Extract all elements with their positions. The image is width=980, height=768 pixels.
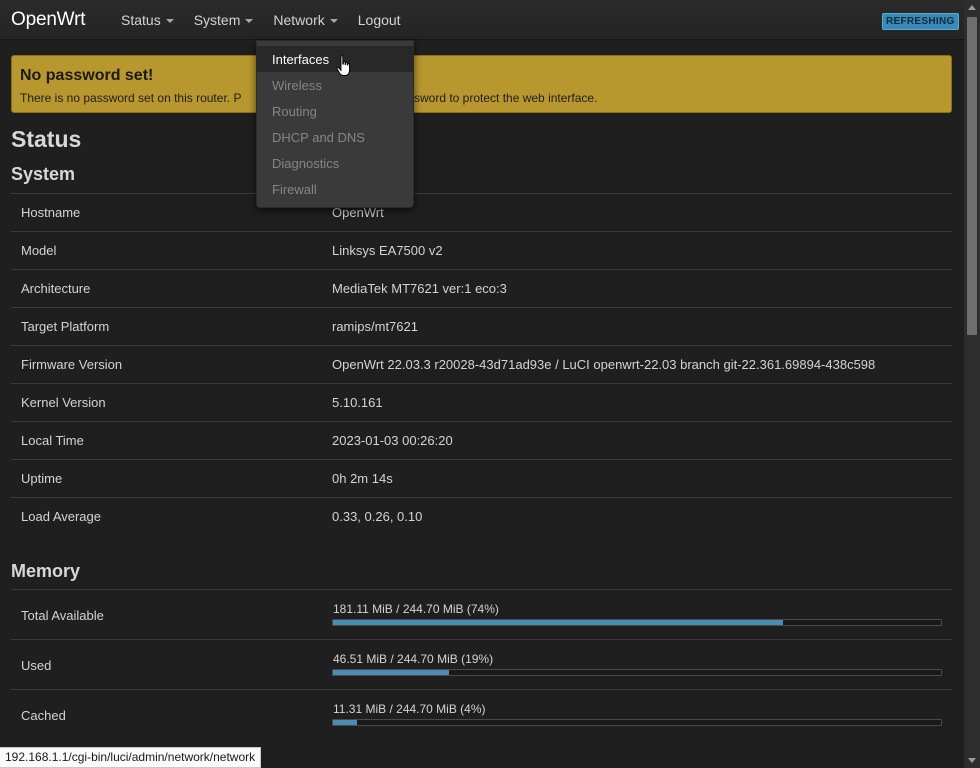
table-row: Architecture MediaTek MT7621 ver:1 eco:3	[11, 269, 952, 307]
menu-system-label: System	[193, 12, 241, 28]
row-value: 0.33, 0.26, 0.10	[332, 509, 423, 524]
row-key: Hostname	[21, 205, 81, 220]
network-dropdown-menu: Interfaces Wireless Routing DHCP and DNS…	[256, 40, 414, 208]
row-key: Firmware Version	[21, 357, 123, 372]
row-key: Model	[21, 243, 57, 258]
refreshing-badge[interactable]: REFRESHING	[882, 13, 959, 30]
row-value: Linksys EA7500 v2	[332, 243, 443, 258]
row-key: Load Average	[21, 509, 101, 524]
scroll-up-icon[interactable]	[968, 5, 976, 10]
table-row: Hostname OpenWrt	[11, 193, 952, 231]
progress-fill	[333, 670, 449, 675]
dropdown-item-routing[interactable]: Routing	[257, 98, 413, 124]
table-row: Used 46.51 MiB / 244.70 MiB (19%)	[11, 639, 952, 689]
row-key: Local Time	[21, 433, 84, 448]
table-row: Local Time 2023-01-03 00:26:20	[11, 421, 952, 459]
scroll-thumb[interactable]	[967, 17, 977, 335]
brand-logo[interactable]: OpenWrt	[11, 9, 85, 31]
memory-table: Total Available 181.11 MiB / 244.70 MiB …	[11, 589, 952, 739]
alert-title: No password set!	[20, 67, 154, 84]
row-value: ramips/mt7621	[332, 319, 418, 334]
table-row: Model Linksys EA7500 v2	[11, 231, 952, 269]
system-table: Hostname OpenWrt Model Linksys EA7500 v2 A…	[11, 193, 952, 535]
progress-bar	[332, 619, 942, 626]
dropdown-item-interfaces[interactable]: Interfaces	[257, 46, 413, 72]
vertical-scrollbar[interactable]	[964, 0, 980, 768]
alert-text-left: There is no password set on this router.…	[20, 91, 242, 105]
menu-network-label: Network	[273, 12, 325, 28]
dropdown-item-wireless[interactable]: Wireless	[257, 72, 413, 98]
row-value: 5.10.161	[332, 395, 383, 410]
row-value: 0h 2m 14s	[332, 471, 393, 486]
alert-text-right: sword to protect the web interface.	[414, 91, 598, 105]
table-row: Uptime 0h 2m 14s	[11, 459, 952, 497]
progress-bar	[332, 669, 942, 676]
progress-bar	[332, 719, 942, 726]
chevron-down-icon	[165, 18, 174, 23]
top-navbar: OpenWrt Status System Network Logout REF…	[0, 0, 964, 40]
dropdown-item-dhcp-dns[interactable]: DHCP and DNS	[257, 124, 413, 150]
scroll-down-icon[interactable]	[968, 758, 976, 763]
row-value: 181.11 MiB / 244.70 MiB (74%)	[333, 602, 499, 616]
main-menu: Status System Network Logout	[121, 12, 421, 28]
row-value: 46.51 MiB / 244.70 MiB (19%)	[333, 652, 494, 666]
menu-status-label: Status	[121, 12, 161, 28]
page-title: Status	[11, 126, 82, 152]
hand-pointer-icon	[336, 55, 350, 76]
row-value: 2023-01-03 00:26:20	[332, 433, 453, 448]
menu-system[interactable]: System	[194, 12, 254, 28]
table-row: Firmware Version OpenWrt 22.03.3 r20028-4…	[11, 345, 952, 383]
row-key: Target Platform	[21, 319, 110, 334]
no-password-alert: No password set! There is no password se…	[11, 55, 952, 113]
row-key: Used	[21, 658, 52, 673]
row-key: Kernel Version	[21, 395, 106, 410]
dropdown-item-firewall[interactable]: Firewall	[257, 176, 413, 202]
progress-fill	[333, 720, 358, 725]
memory-section-title: Memory	[11, 561, 81, 581]
progress-fill	[333, 620, 783, 625]
row-key: Uptime	[21, 471, 63, 486]
menu-status[interactable]: Status	[121, 12, 174, 28]
row-key: Architecture	[21, 281, 91, 296]
chevron-down-icon	[245, 18, 254, 23]
table-row: Load Average 0.33, 0.26, 0.10	[11, 497, 952, 535]
table-row: Cached 11.31 MiB / 244.70 MiB (4%)	[11, 689, 952, 739]
row-value: MediaTek MT7621 ver:1 eco:3	[332, 281, 507, 296]
system-section-title: System	[11, 164, 76, 184]
table-row: Kernel Version 5.10.161	[11, 383, 952, 421]
table-row: Total Available 181.11 MiB / 244.70 MiB …	[11, 589, 952, 639]
row-key: Total Available	[21, 608, 104, 623]
menu-network[interactable]: Network	[273, 12, 338, 28]
menu-logout-label: Logout	[357, 12, 401, 28]
row-value: OpenWrt 22.03.3 r20028-43d71ad93e / LuCI…	[332, 357, 876, 372]
browser-status-bar: 192.168.1.1/cgi-bin/luci/admin/network/n…	[0, 747, 262, 768]
table-row: Target Platform ramips/mt7621	[11, 307, 952, 345]
menu-logout[interactable]: Logout	[358, 12, 401, 28]
row-value: 11.31 MiB / 244.70 MiB (4%)	[333, 702, 486, 716]
chevron-down-icon	[329, 18, 338, 23]
row-key: Cached	[21, 708, 66, 723]
dropdown-item-diagnostics[interactable]: Diagnostics	[257, 150, 413, 176]
